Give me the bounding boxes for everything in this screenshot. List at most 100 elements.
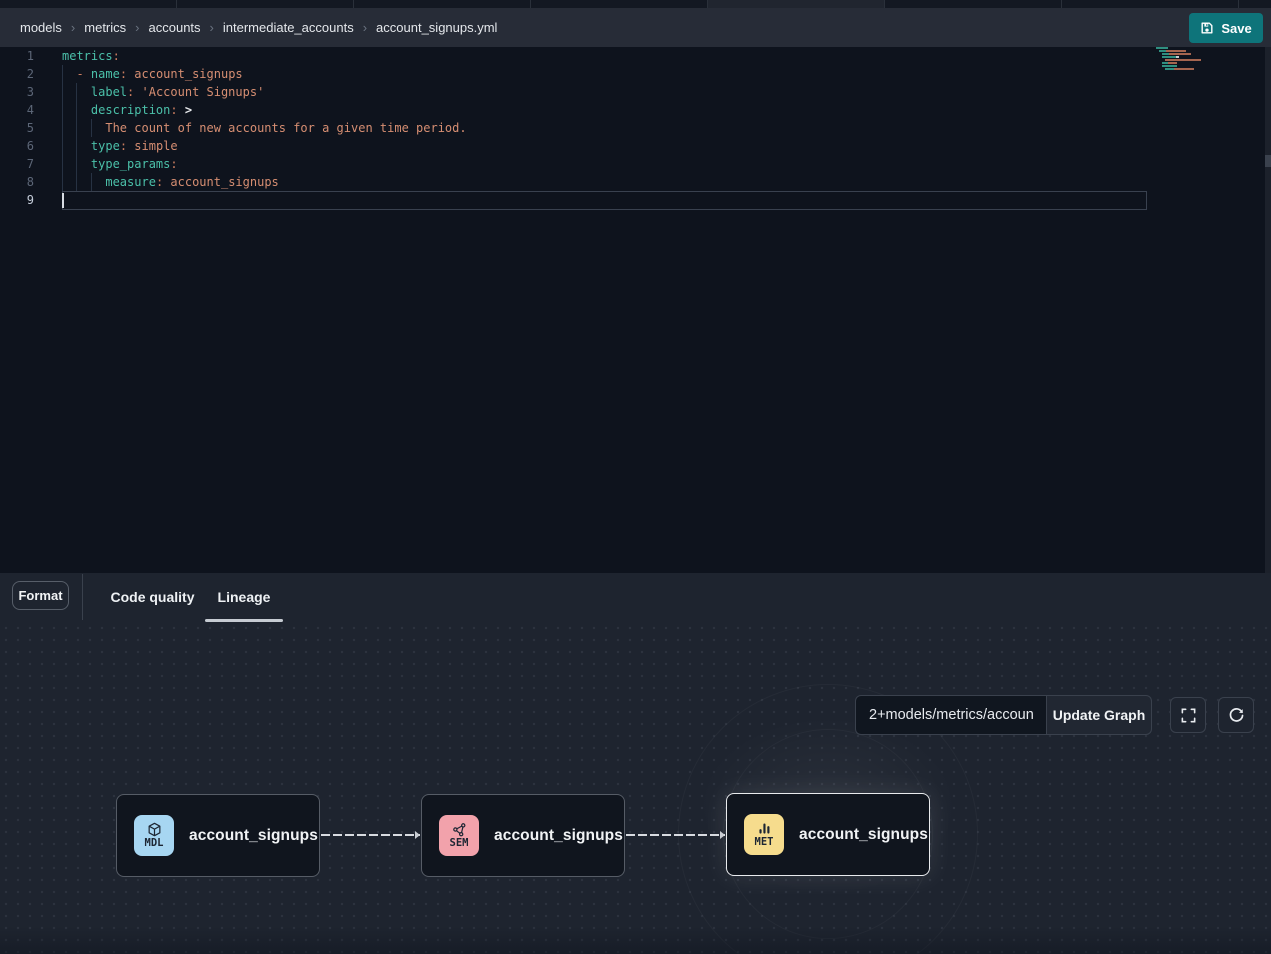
line-number: 8 [0,173,44,191]
breadcrumb-bar: models › metrics › accounts › intermediate_acc… [0,8,1271,47]
code-line-4: description: > [62,101,1147,119]
indent-guide [91,173,105,191]
indent-guide [62,83,76,101]
minimap-row [1152,62,1210,64]
canvas-vignette [0,926,1271,954]
lineage-edge [626,834,725,836]
top-editor-tab-6[interactable] [885,0,1062,8]
minimap-row [1152,47,1210,49]
code-line-7: type_params: [62,155,1147,173]
update-graph-button[interactable]: Update Graph [1047,695,1152,735]
line-number: 4 [0,101,44,119]
minimap-row [1152,50,1210,52]
indent-guide [76,83,90,101]
node-label: account_signups [189,827,318,845]
line-number: 3 [0,83,44,101]
top-editor-tab-4[interactable] [531,0,708,8]
top-editor-tab-3[interactable] [354,0,531,8]
code-area[interactable]: metrics:- name: account_signupslabel: 'A… [62,47,1147,209]
editor-tab-strip [0,0,1271,8]
lineage-canvas[interactable]: Update Graph MDLaccount_signupsS [0,622,1271,954]
minimap[interactable] [1152,47,1210,71]
code-line-8: measure: account_signups [62,173,1147,191]
node-label: account_signups [494,827,623,845]
metric-chart-icon [757,821,772,836]
minimap-row [1152,56,1210,58]
code-line-2: - name: account_signups [62,65,1147,83]
minimap-row [1152,53,1210,55]
model-cube-icon [147,822,162,837]
line-number: 2 [0,65,44,83]
edge-arrowhead-icon [415,831,420,839]
minimap-row [1152,59,1210,61]
breadcrumb-separator-icon: › [210,20,214,35]
panel-divider [82,574,83,620]
breadcrumb-item[interactable]: models [20,20,62,35]
top-editor-tab-1[interactable] [0,0,177,8]
breadcrumb-separator-icon: › [135,20,139,35]
breadcrumb-item[interactable]: account_signups.yml [376,20,497,35]
fullscreen-icon [1180,707,1197,724]
indent-guide [62,173,76,191]
badge-type-label: SEM [450,838,469,849]
top-editor-tab-7[interactable] [1062,0,1239,8]
indent-guide [91,119,105,137]
line-number: 1 [0,47,44,65]
line-number: 6 [0,137,44,155]
indent-guide [62,101,76,119]
breadcrumb-item[interactable]: metrics [84,20,126,35]
indent-guide [76,137,90,155]
met-badge: MET [744,814,784,855]
badge-type-label: MET [755,837,774,848]
editor-scrollbar[interactable] [1265,47,1271,573]
lineage-selector-input[interactable] [855,695,1047,735]
code-line-3: label: 'Account Signups' [62,83,1147,101]
top-editor-tab-2[interactable] [177,0,354,8]
indent-guide [76,155,90,173]
breadcrumb-item[interactable]: accounts [149,20,201,35]
line-number-gutter: 123456789 [0,47,44,209]
code-editor[interactable]: 123456789 metrics:- name: account_signup… [0,47,1271,573]
lineage-node-met[interactable]: MET account_signups [726,793,930,876]
lineage-edge [321,834,420,836]
indent-guide [62,119,76,137]
code-line-5: The count of new accounts for a given ti… [62,119,1147,137]
indent-guide [62,65,76,83]
lineage-node-sem[interactable]: SEM account_signups [421,794,625,877]
format-button[interactable]: Format [12,581,69,610]
line-number: 5 [0,119,44,137]
refresh-icon [1228,707,1245,724]
indent-guide [62,155,76,173]
lineage-node-mdl[interactable]: MDL account_signups [116,794,320,877]
breadcrumb-item[interactable]: intermediate_accounts [223,20,354,35]
sem-badge: SEM [439,815,479,856]
mdl-badge: MDL [134,815,174,856]
tab-lineage[interactable]: Lineage [205,573,283,621]
scrollbar-thumb[interactable] [1265,155,1271,167]
ide-window: models › metrics › accounts › intermediate_acc… [0,0,1271,954]
indent-guide [76,173,90,191]
panel-header: Format Code quality Lineage [0,573,1271,622]
code-line-6: type: simple [62,137,1147,155]
fullscreen-button[interactable] [1170,697,1206,733]
save-icon [1200,21,1214,35]
top-strip-cap [1239,0,1271,8]
node-label: account_signups [799,826,928,844]
indent-guide [76,119,90,137]
breadcrumb: models › metrics › accounts › intermediate_acc… [20,20,497,35]
code-line-9 [62,191,1147,209]
lineage-selector-group: Update Graph [855,695,1152,735]
breadcrumb-separator-icon: › [71,20,75,35]
breadcrumb-separator-icon: › [363,20,367,35]
bottom-panel: Format Code quality Lineage Update Graph [0,573,1271,954]
semantic-graph-icon [452,822,467,837]
badge-type-label: MDL [145,838,164,849]
refresh-button[interactable] [1218,697,1254,733]
save-button[interactable]: Save [1189,13,1263,43]
minimap-row [1152,65,1210,67]
save-label: Save [1221,21,1251,36]
minimap-row [1152,68,1210,70]
top-editor-tab-5[interactable] [708,0,885,8]
indent-guide [62,137,76,155]
tab-code-quality[interactable]: Code quality [103,573,202,621]
